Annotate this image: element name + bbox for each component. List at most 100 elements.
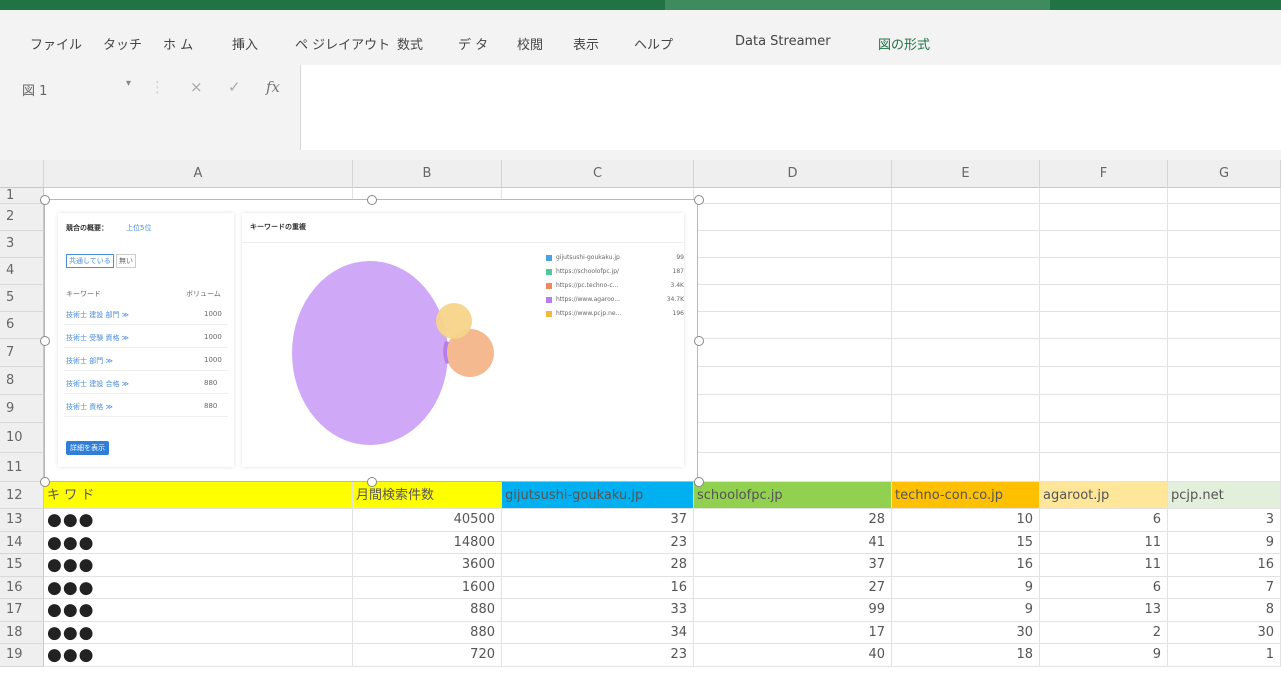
insert-function-icon[interactable]: fx: [266, 78, 280, 96]
cancel-icon[interactable]: ×: [190, 78, 203, 96]
empty-cell[interactable]: [1040, 311, 1168, 339]
keyword-cell[interactable]: ●●●: [44, 576, 353, 599]
rank-cell[interactable]: 28: [502, 554, 694, 577]
rank-cell[interactable]: 99: [694, 599, 892, 622]
row-header-6[interactable]: 6: [0, 311, 44, 339]
rank-cell[interactable]: 37: [694, 554, 892, 577]
keyword-header-cell[interactable]: キ ワ ド: [44, 482, 353, 509]
empty-cell[interactable]: [694, 452, 892, 482]
keyword-cell[interactable]: ●●●: [44, 509, 353, 532]
keyword-cell[interactable]: ●●●: [44, 554, 353, 577]
tab-home[interactable]: ホ ム: [163, 34, 193, 53]
tab-insert[interactable]: 挿入: [232, 34, 258, 53]
empty-cell[interactable]: [1040, 423, 1168, 453]
row-header-19[interactable]: 19: [0, 644, 44, 667]
row-header-5[interactable]: 5: [0, 284, 44, 312]
empty-cell[interactable]: [694, 366, 892, 396]
empty-cell[interactable]: [694, 257, 892, 285]
column-header-b[interactable]: B: [353, 160, 502, 188]
rank-cell[interactable]: 8: [1168, 599, 1281, 622]
empty-cell[interactable]: [892, 257, 1040, 285]
rank-cell[interactable]: 9: [892, 599, 1040, 622]
rank-cell[interactable]: 40: [694, 644, 892, 667]
empty-cell[interactable]: [1040, 366, 1168, 396]
volume-cell[interactable]: 3600: [353, 554, 502, 577]
rank-cell[interactable]: 27: [694, 576, 892, 599]
empty-cell[interactable]: [694, 230, 892, 258]
resize-handle-tl[interactable]: [40, 195, 50, 205]
rank-cell[interactable]: 9: [892, 576, 1040, 599]
rank-cell[interactable]: 2: [1040, 621, 1168, 644]
empty-cell[interactable]: [1040, 338, 1168, 367]
rank-cell[interactable]: 23: [502, 531, 694, 554]
empty-cell[interactable]: [1168, 366, 1281, 396]
tab-picture-format[interactable]: 図の形式: [878, 34, 930, 53]
rank-cell[interactable]: 16: [502, 576, 694, 599]
empty-cell[interactable]: [1168, 188, 1281, 204]
row-header-2[interactable]: 2: [0, 203, 44, 231]
title-bar-search[interactable]: [665, 0, 1050, 10]
rank-cell[interactable]: 30: [1168, 621, 1281, 644]
rank-cell[interactable]: 34: [502, 621, 694, 644]
tab-formulas[interactable]: 数式: [397, 34, 423, 53]
row-header-4[interactable]: 4: [0, 257, 44, 285]
rank-cell[interactable]: 10: [892, 509, 1040, 532]
rank-cell[interactable]: 16: [892, 554, 1040, 577]
rank-cell[interactable]: 16: [1168, 554, 1281, 577]
rank-cell[interactable]: 13: [1040, 599, 1168, 622]
keyword-cell[interactable]: ●●●: [44, 621, 353, 644]
empty-cell[interactable]: [1168, 257, 1281, 285]
row-header-17[interactable]: 17: [0, 599, 44, 622]
resize-handle-tm[interactable]: [367, 195, 377, 205]
rank-cell[interactable]: 3: [1168, 509, 1281, 532]
empty-cell[interactable]: [1040, 230, 1168, 258]
row-header-18[interactable]: 18: [0, 621, 44, 644]
rank-cell[interactable]: 28: [694, 509, 892, 532]
empty-cell[interactable]: [694, 203, 892, 231]
column-header-f[interactable]: F: [1040, 160, 1168, 188]
column-header-d[interactable]: D: [694, 160, 892, 188]
enter-icon[interactable]: ✓: [228, 78, 241, 96]
empty-cell[interactable]: [694, 311, 892, 339]
domain-header-cell[interactable]: pcjp.net: [1168, 482, 1281, 509]
tab-review[interactable]: 校閲: [517, 34, 543, 53]
rank-cell[interactable]: 41: [694, 531, 892, 554]
empty-cell[interactable]: [892, 452, 1040, 482]
rank-cell[interactable]: 1: [1168, 644, 1281, 667]
select-all-corner[interactable]: [0, 160, 44, 188]
empty-cell[interactable]: [1168, 395, 1281, 424]
empty-cell[interactable]: [892, 311, 1040, 339]
empty-cell[interactable]: [1168, 338, 1281, 367]
rank-cell[interactable]: 17: [694, 621, 892, 644]
row-header-13[interactable]: 13: [0, 509, 44, 532]
rank-cell[interactable]: 6: [1040, 576, 1168, 599]
rank-cell[interactable]: 18: [892, 644, 1040, 667]
row-header-12[interactable]: 12: [0, 482, 44, 509]
empty-cell[interactable]: [694, 395, 892, 424]
row-header-11[interactable]: 11: [0, 452, 44, 482]
column-header-e[interactable]: E: [892, 160, 1040, 188]
tab-view[interactable]: 表示: [573, 34, 599, 53]
tab-data-streamer[interactable]: Data Streamer: [735, 34, 831, 49]
column-header-a[interactable]: A: [44, 160, 353, 188]
empty-cell[interactable]: [892, 230, 1040, 258]
domain-header-cell[interactable]: agaroot.jp: [1040, 482, 1168, 509]
resize-handle-tr[interactable]: [694, 195, 704, 205]
keyword-cell[interactable]: ●●●: [44, 644, 353, 667]
rank-cell[interactable]: 33: [502, 599, 694, 622]
domain-header-cell[interactable]: gijutsushi-goukaku.jp: [502, 482, 694, 509]
tab-help[interactable]: ヘルプ: [634, 34, 673, 53]
tab-file[interactable]: ファイル: [30, 34, 82, 53]
empty-cell[interactable]: [1040, 188, 1168, 204]
rank-cell[interactable]: 30: [892, 621, 1040, 644]
empty-cell[interactable]: [892, 284, 1040, 312]
volume-cell[interactable]: 14800: [353, 531, 502, 554]
empty-cell[interactable]: [892, 338, 1040, 367]
rank-cell[interactable]: 37: [502, 509, 694, 532]
empty-cell[interactable]: [1040, 203, 1168, 231]
resize-handle-mr[interactable]: [694, 336, 704, 346]
empty-cell[interactable]: [1168, 203, 1281, 231]
keyword-cell[interactable]: ●●●: [44, 531, 353, 554]
name-box-dropdown-icon[interactable]: ▾: [126, 78, 131, 89]
empty-cell[interactable]: [1040, 257, 1168, 285]
